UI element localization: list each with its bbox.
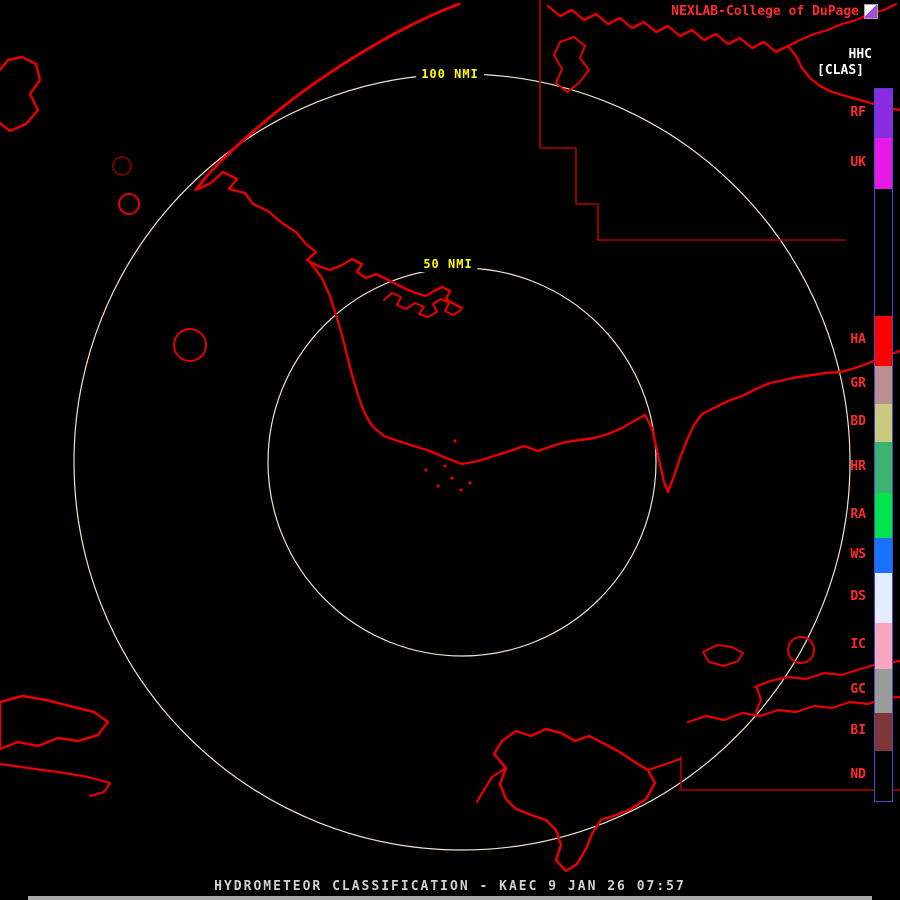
map-speckle [443, 464, 447, 468]
legend-seg-ra [875, 493, 892, 538]
small-circle-1 [118, 193, 140, 215]
site-header: NEXLAB-College of DuPage [671, 4, 878, 19]
legend-seg-nd [875, 751, 892, 801]
map-speckle [459, 488, 463, 492]
range-ring-100-nmi [73, 73, 851, 851]
lagoon-squiggles [383, 292, 462, 318]
coast-left-bottom [0, 694, 110, 751]
boundary-bottomright [680, 756, 900, 791]
legend-seg-ws [875, 538, 892, 573]
site-title: NEXLAB-College of DuPage [671, 4, 859, 19]
map-speckle [453, 439, 457, 443]
legend-seg-ic [875, 623, 892, 669]
small-circle-2 [173, 328, 207, 362]
legend-seg-gc [875, 669, 892, 713]
legend-seg-gap [875, 189, 892, 316]
product-code: HHC [848, 47, 872, 62]
radar-map-canvas [0, 0, 900, 873]
legend-seg-uk [875, 138, 892, 189]
range-ring-label-50nmi: 50 NMI [418, 256, 478, 272]
coast-arc-northwest [194, 2, 461, 192]
map-speckle [436, 484, 440, 488]
radar-display: 100 NMI 50 NMI NEXLAB-College of DuPage … [0, 0, 900, 900]
logo-icon [864, 4, 878, 19]
landmass-bottom-tails [475, 757, 682, 804]
range-ring-50-nmi [267, 267, 657, 657]
legend-seg-rf [875, 89, 892, 138]
boundary-topright [539, 0, 846, 241]
map-speckle [424, 468, 428, 472]
legend-seg-gr [875, 366, 892, 404]
coast-bottomright-a [686, 695, 900, 724]
legend-seg-ha [875, 316, 892, 366]
coast-north-shore [194, 170, 464, 310]
coast-left-bottom-b [0, 762, 112, 798]
bottom-scrollbar[interactable] [28, 896, 872, 900]
legend-seg-bd [875, 404, 892, 442]
range-ring-label-100nmi: 100 NMI [416, 66, 484, 82]
legend-seg-hr [875, 442, 892, 493]
status-bar: HYDROMETEOR CLASSIFICATION - KAEC 9 JAN … [214, 879, 686, 894]
legend-seg-bi [875, 713, 892, 751]
island-topright [553, 36, 590, 93]
small-circle-faint [112, 156, 132, 176]
map-speckle [430, 450, 434, 454]
island-topleft [0, 55, 42, 133]
map-speckle [468, 481, 472, 485]
island-bottomright [702, 644, 744, 667]
product-tag: [CLAS] [817, 63, 864, 78]
map-speckle [450, 476, 454, 480]
landmass-bottom [492, 727, 657, 873]
legend-colorbar [874, 88, 893, 802]
legend-seg-ds [875, 573, 892, 623]
